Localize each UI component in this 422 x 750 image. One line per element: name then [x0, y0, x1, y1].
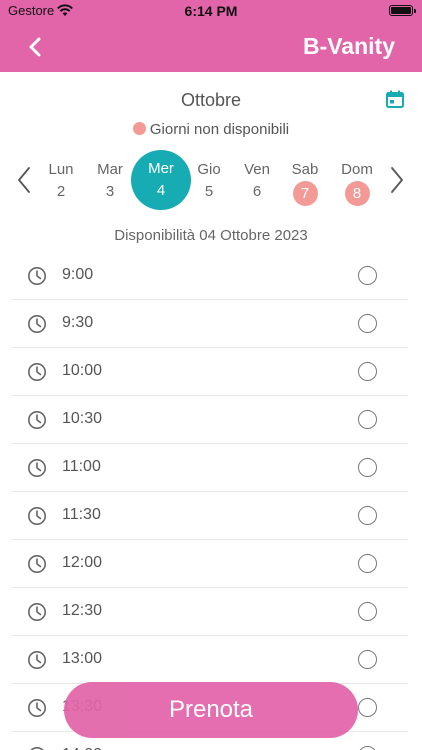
- slot-time: 13:00: [62, 650, 103, 667]
- time-slot-row[interactable]: 10:30: [12, 396, 408, 444]
- time-slot-row[interactable]: 11:00: [12, 444, 408, 492]
- clock-icon: [28, 699, 46, 717]
- time-slot-row[interactable]: 9:00: [12, 252, 408, 300]
- slot-radio-button[interactable]: [358, 746, 377, 750]
- clock-icon: [30, 747, 44, 750]
- clock-icon: [28, 459, 46, 477]
- day-name: Dom: [341, 161, 373, 178]
- day-number: 6: [252, 183, 262, 200]
- unavailable-dot-icon: [132, 122, 146, 135]
- slot-time: 10:30: [62, 410, 103, 427]
- day-dom: Dom 8: [331, 158, 383, 210]
- time-slot-row[interactable]: 13:00: [12, 636, 408, 684]
- clock-time: 6:14 PM: [184, 3, 238, 19]
- slot-radio-button[interactable]: [358, 554, 377, 573]
- slot-radio-button[interactable]: [358, 266, 377, 285]
- slot-radio-button[interactable]: [358, 602, 377, 621]
- time-slot-row[interactable]: 12:30: [12, 588, 408, 636]
- chevron-left-icon[interactable]: [16, 166, 32, 194]
- clock-icon: [28, 267, 46, 285]
- clock-icon: [28, 507, 46, 525]
- chevron-right-icon[interactable]: [389, 166, 405, 194]
- slot-time: 12:00: [62, 554, 103, 571]
- time-slot-list: 9:00 9:30 10:00 10:30 11:00 11:30 12:00 12:30 13…: [12, 252, 408, 750]
- day-name: Sab: [291, 161, 319, 178]
- slot-time: 10:00: [62, 362, 103, 379]
- slot-time: 11:00: [62, 458, 101, 475]
- day-number: 7: [292, 181, 318, 206]
- chevron-left-icon[interactable]: [20, 32, 50, 62]
- clock-icon: [28, 363, 46, 381]
- calendar-icon[interactable]: [385, 89, 405, 109]
- slot-radio-button[interactable]: [358, 458, 377, 477]
- day-lun[interactable]: Lun 2: [35, 158, 87, 210]
- slot-time: 9:30: [62, 314, 94, 331]
- day-mer[interactable]: Mer 4: [131, 150, 191, 210]
- clock-icon: [28, 603, 46, 621]
- slot-radio-button[interactable]: [358, 362, 377, 381]
- day-sab: Sab 7: [279, 158, 331, 210]
- time-slot-row[interactable]: 9:30: [12, 300, 408, 348]
- day-mar[interactable]: Mar 3: [84, 158, 136, 210]
- slot-radio-button[interactable]: [358, 650, 377, 669]
- slot-radio-button[interactable]: [358, 410, 377, 429]
- clock-icon: [28, 555, 46, 573]
- status-bar: Gestore 6:14 PM: [0, 0, 422, 22]
- day-number: 5: [204, 183, 214, 200]
- book-button[interactable]: Prenota: [64, 682, 358, 738]
- availability-label: Disponibilità 04 Ottobre 2023: [114, 227, 308, 244]
- time-slot-row[interactable]: 11:30: [12, 492, 408, 540]
- clock-icon: [28, 315, 46, 333]
- slot-radio-button[interactable]: [358, 314, 377, 333]
- month-label: Ottobre: [180, 90, 242, 110]
- day-name: Ven: [244, 161, 270, 178]
- slot-radio-button[interactable]: [358, 698, 377, 717]
- day-number: 3: [105, 183, 115, 200]
- day-name: Gio: [197, 161, 221, 178]
- slot-time: 12:30: [62, 602, 103, 619]
- legend: Giorni non disponibili: [0, 121, 422, 138]
- clock-icon: [28, 411, 46, 429]
- app-title: B-Vanity: [302, 33, 395, 59]
- day-name: Lun: [48, 161, 74, 178]
- navigation-bar: B-Vanity: [0, 22, 422, 72]
- slot-time: 9:00: [62, 266, 94, 283]
- day-ven[interactable]: Ven 6: [231, 158, 283, 210]
- battery-icon: [389, 5, 416, 16]
- slot-time: 14:00: [62, 746, 102, 750]
- day-number: 2: [56, 183, 66, 200]
- day-gio[interactable]: Gio 5: [183, 158, 235, 210]
- day-name: Mar: [97, 161, 123, 178]
- slot-time: 11:30: [62, 506, 101, 523]
- clock-icon: [28, 651, 46, 669]
- slot-radio-button[interactable]: [358, 506, 377, 525]
- legend-label: Giorni non disponibili: [149, 121, 290, 138]
- day-name: Mer: [148, 160, 174, 177]
- time-slot-row[interactable]: 12:00: [12, 540, 408, 588]
- day-number: 8: [344, 181, 370, 206]
- day-number: 4: [156, 182, 166, 199]
- time-slot-row[interactable]: 10:00: [12, 348, 408, 396]
